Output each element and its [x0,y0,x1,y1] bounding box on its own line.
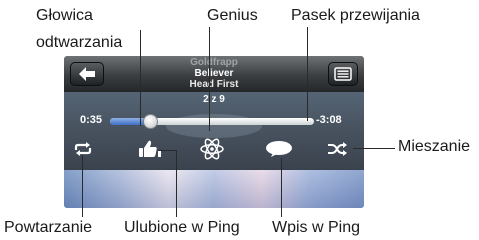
track-album: Head First [189,79,239,90]
track-title: Believer [194,68,234,79]
label-genius-text: Genius [207,7,258,24]
leader-like-ping-v [176,150,177,217]
label-playhead: Głowica [36,6,93,25]
album-artwork [64,170,364,208]
remaining-time: -3:08 [316,114,342,126]
label-playhead-line2: odtwarzania [36,34,123,51]
label-playhead-2: odtwarzania [36,33,122,52]
label-shuffle: Mieszanie [398,137,470,156]
leader-post-ping [281,158,282,217]
repeat-icon[interactable] [72,141,94,157]
leader-shuffle [353,148,395,149]
label-shuffle-text: Mieszanie [398,138,471,155]
leader-repeat [82,155,83,217]
track-artist: Goldfrapp [190,57,238,68]
leader-genius [209,27,210,131]
speech-bubble-icon[interactable] [264,140,294,158]
label-repeat: Powtarzanie [4,218,92,237]
now-playing-header: Goldfrapp Believer Head First [64,56,364,92]
track-list-icon [334,67,352,81]
label-playhead-line1: Głowica [36,7,93,24]
label-like-ping: Ulubione w Ping [124,218,240,237]
thumbs-up-icon[interactable] [138,139,162,159]
playback-controls: 2 z 9 0:35 -3:08 [64,92,364,170]
label-post-ping-text: Wpis w Ping [272,219,361,236]
leader-like-ping [158,150,176,151]
label-scrub-bar-text: Pasek przewijania [291,7,420,24]
leader-scrub-bar [307,27,308,121]
label-genius: Genius [207,6,258,25]
track-list-button[interactable] [328,62,358,86]
leader-playhead [140,30,141,126]
now-playing-screen: Goldfrapp Believer Head First 2 z 9 0:35… [64,56,364,208]
shuffle-icon[interactable] [326,141,348,157]
label-repeat-text: Powtarzanie [4,219,93,236]
label-post-ping: Wpis w Ping [272,218,360,237]
genius-atom-icon[interactable] [199,137,225,161]
label-like-ping-text: Ulubione w Ping [124,219,240,236]
label-scrub-bar: Pasek przewijania [291,6,420,25]
elapsed-time: 0:35 [80,114,103,126]
track-count: 2 z 9 [203,94,225,105]
